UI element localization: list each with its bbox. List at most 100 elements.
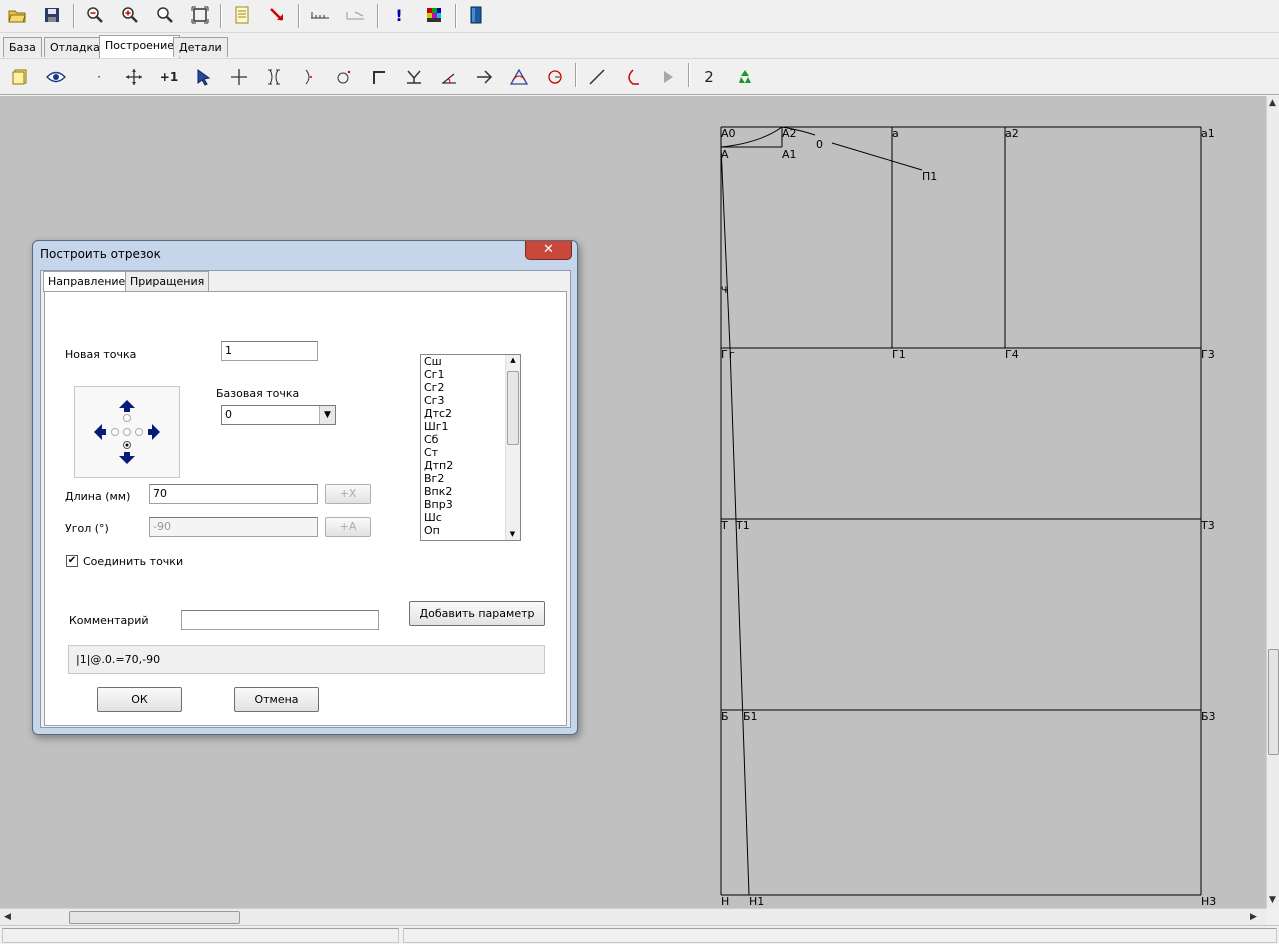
tab-direction[interactable]: Направление [43, 271, 131, 292]
new-point-label: Новая точка [65, 348, 137, 361]
tab-base[interactable]: База [3, 37, 42, 57]
y-perpendicular-icon[interactable] [402, 65, 426, 89]
book-icon[interactable] [464, 4, 488, 26]
label-A0: А0 [721, 127, 736, 140]
arc-point-icon[interactable] [297, 65, 321, 89]
plus-one-icon[interactable]: +1 [157, 65, 181, 89]
main-toolbar: ! [0, 0, 1279, 33]
list-scroll-down-icon[interactable]: ▼ [506, 530, 519, 538]
tab-details[interactable]: Детали [173, 37, 228, 57]
add-parameter-button[interactable]: Добавить параметр [409, 601, 545, 626]
plus-a-button[interactable]: +A [325, 517, 371, 537]
eye-icon[interactable] [44, 65, 68, 89]
params-scrollbar[interactable]: ▲ ▼ [505, 355, 520, 540]
label-G4: Г4 [1005, 348, 1019, 361]
horizontal-scrollbar[interactable]: ◀ ▶ [0, 908, 1266, 925]
dialog-title: Построить отрезок [40, 247, 161, 261]
base-point-select[interactable]: 0 ▼ [221, 405, 336, 425]
angle-icon[interactable] [437, 65, 461, 89]
circle-icon[interactable] [543, 65, 567, 89]
length-input[interactable]: 70 [149, 484, 318, 504]
zoom-in-icon[interactable] [118, 4, 142, 26]
document-icon[interactable] [230, 4, 254, 26]
horizontal-scroll-thumb[interactable] [69, 911, 240, 924]
circle-point-icon[interactable] [332, 65, 356, 89]
base-point-label: Базовая точка [216, 387, 300, 400]
scroll-left-icon[interactable]: ◀ [4, 912, 11, 922]
label-A: А [721, 148, 729, 161]
measure-icon[interactable] [308, 4, 332, 26]
zoom-out-icon[interactable] [83, 4, 107, 26]
arrow-down-icon [119, 452, 135, 464]
scroll-down-icon[interactable]: ▼ [1269, 895, 1276, 905]
scroll-right-icon[interactable]: ▶ [1250, 912, 1257, 922]
label-G1: Г1 [892, 348, 906, 361]
chevron-down-icon[interactable]: ▼ [319, 406, 335, 424]
label-B: Б [721, 710, 729, 723]
pointer-red-icon[interactable] [265, 4, 289, 26]
build-toolbar: · +1 2 [0, 58, 1279, 95]
list-scroll-up-icon[interactable]: ▲ [506, 355, 520, 365]
triangle-icon[interactable] [507, 65, 531, 89]
params-listbox[interactable]: Сш Сг1 Сг2 Сг3 Дтс2 Шг1 Сб Ст Дтп2 Вг2 Впк2 Впр3 Шс О… [420, 354, 521, 541]
label-T3: Т3 [1200, 519, 1215, 532]
angle-input[interactable]: -90 [149, 517, 318, 537]
params-scroll-thumb[interactable] [507, 371, 519, 445]
arrow-up-icon [119, 400, 135, 412]
base-point-value: 0 [225, 408, 232, 421]
label-B3: Б3 [1201, 710, 1216, 723]
cross-icon[interactable] [227, 65, 251, 89]
comment-label: Комментарий [69, 614, 149, 627]
label-N1: Н1 [749, 895, 764, 908]
arrow-right-icon[interactable] [472, 65, 496, 89]
close-icon[interactable]: ✕ [525, 241, 572, 260]
measure-angle-icon[interactable] [343, 4, 367, 26]
tab-debug[interactable]: Отладка [44, 37, 106, 57]
recycle-icon[interactable] [733, 65, 757, 89]
label-zero: 0 [816, 138, 823, 151]
length-label: Длина (мм) [65, 490, 131, 503]
open-folder-icon[interactable] [5, 4, 29, 26]
status-bar [0, 925, 1279, 944]
label-N: Н [721, 895, 729, 908]
connect-points-checkbox[interactable]: ✔ [66, 555, 78, 567]
curve-icon[interactable] [620, 65, 644, 89]
label-T1: Т1 [735, 519, 750, 532]
label-a2: а2 [1005, 127, 1019, 140]
status-pane-2 [403, 928, 1277, 943]
drawing-labels: А0 А А2 А1 0 П1 а а2 а1 Ч Г г Г1 Г4 Г3 Т… [720, 127, 1216, 908]
zoom-icon[interactable] [153, 4, 177, 26]
move-icon[interactable] [122, 65, 146, 89]
tab-increments[interactable]: Приращения [125, 271, 210, 291]
info-icon[interactable]: ! [387, 4, 411, 26]
label-T: Т [720, 519, 728, 532]
comment-input[interactable] [181, 610, 379, 630]
label-G: Г [721, 348, 728, 361]
save-icon[interactable] [40, 4, 64, 26]
palette-icon[interactable] [422, 4, 446, 26]
tab-build[interactable]: Построение [99, 35, 181, 58]
mode-tabs: База Отладка Построение Детали [0, 34, 1279, 58]
notes-icon[interactable] [8, 65, 32, 89]
bracket-icon[interactable] [262, 65, 286, 89]
connect-points-label: Соединить точки [83, 555, 184, 568]
vertical-scrollbar[interactable]: ▲ ▼ [1266, 96, 1279, 908]
build-segment-dialog: Построить отрезок ✕ Направление Приращен… [32, 240, 578, 735]
scroll-up-icon[interactable]: ▲ [1269, 98, 1276, 108]
select-icon[interactable] [192, 65, 216, 89]
play-icon[interactable] [656, 65, 680, 89]
vertical-scroll-thumb[interactable] [1268, 649, 1279, 755]
direction-tab-page: Новая точка 1 Базовая точка 0 ▼ Сш Сг1 С… [44, 291, 567, 726]
label-G3: Г3 [1201, 348, 1215, 361]
line-icon[interactable] [585, 65, 609, 89]
plus-x-button[interactable]: +X [325, 484, 371, 504]
cancel-button[interactable]: Отмена [234, 687, 319, 712]
ok-button[interactable]: ОК [97, 687, 182, 712]
label-A1: А1 [782, 148, 797, 161]
zoom-fit-icon[interactable] [188, 4, 212, 26]
new-point-input[interactable]: 1 [221, 341, 318, 361]
arrow-left-icon [94, 424, 106, 440]
counter-label: 2 [704, 68, 714, 86]
point-icon[interactable]: · [87, 65, 111, 89]
corner-icon[interactable] [367, 65, 391, 89]
